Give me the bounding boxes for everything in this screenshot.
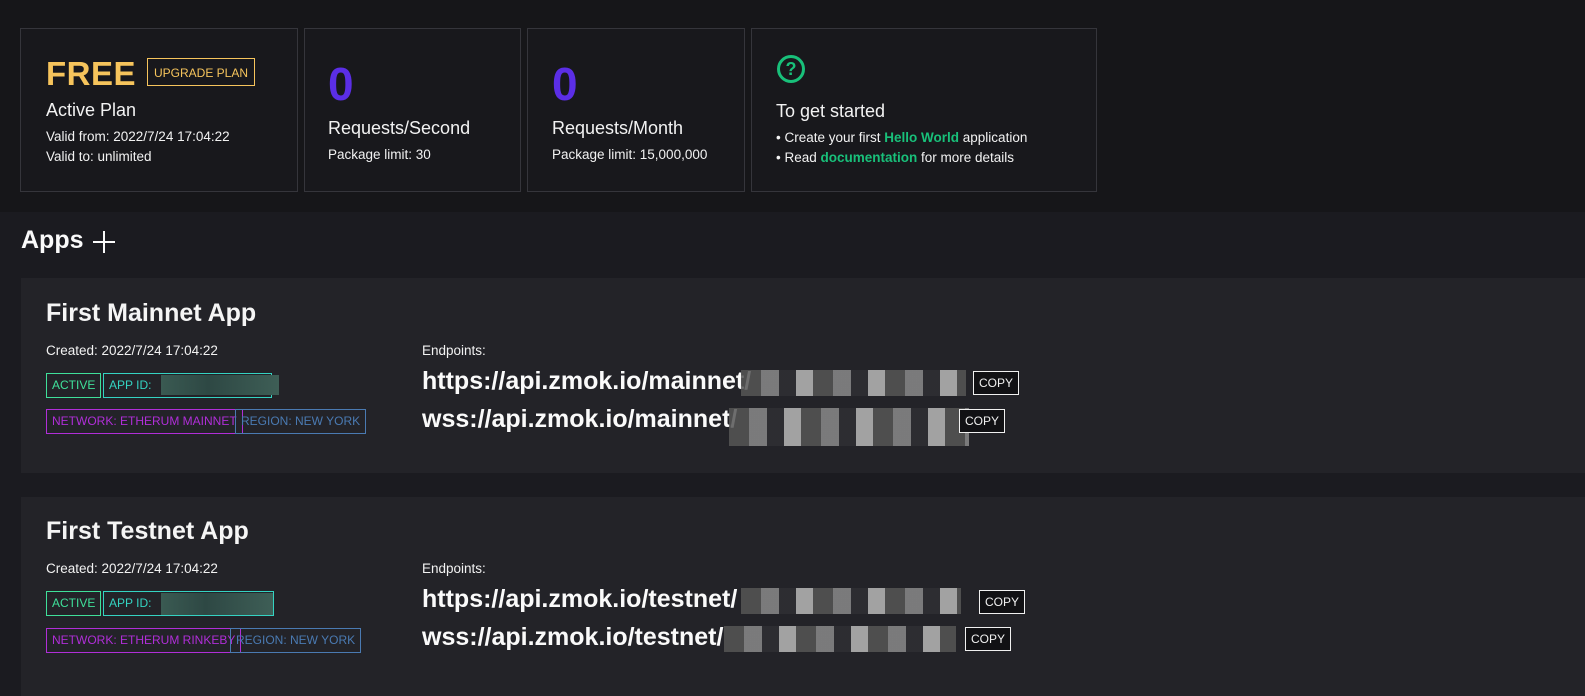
plan-valid-from: Valid from: 2022/7/24 17:04:22 bbox=[46, 129, 230, 144]
copy-https-button[interactable]: COPY bbox=[973, 371, 1020, 395]
documentation-link[interactable]: documentation bbox=[821, 150, 918, 165]
requests-per-second-label: Requests/Second bbox=[328, 118, 471, 138]
getting-started-card: ? To get started • Create your first Hel… bbox=[751, 28, 1097, 192]
endpoints-label: Endpoints: bbox=[422, 343, 486, 358]
requests-per-second-card: 0 Requests/Second Package limit: 30 bbox=[304, 28, 521, 192]
requests-per-second-value: 0 bbox=[328, 58, 354, 110]
status-badge: ACTIVE bbox=[46, 591, 102, 616]
copy-wss-button[interactable]: COPY bbox=[959, 409, 1006, 433]
https-endpoint: https://api.zmok.io/mainnet/ bbox=[422, 367, 752, 395]
app-name: First Testnet App bbox=[46, 517, 249, 545]
app-card-mainnet: First Mainnet App Created: 2022/7/24 17:… bbox=[21, 278, 1585, 473]
requests-per-second-limit: Package limit: 30 bbox=[328, 147, 431, 162]
plan-card: FREE UPGRADE PLAN Active Plan Valid from… bbox=[20, 28, 298, 192]
app-id-label: APP ID: bbox=[109, 378, 152, 392]
getting-started-line-2: • Read documentation for more details bbox=[776, 150, 1014, 165]
plan-valid-to: Valid to: unlimited bbox=[46, 149, 152, 164]
redacted-app-id bbox=[161, 593, 273, 615]
getting-started-line-1: • Create your first Hello World applicat… bbox=[776, 130, 1027, 145]
app-id-label: APP ID: bbox=[109, 596, 152, 610]
line-2-suffix: for more details bbox=[917, 150, 1015, 165]
requests-per-month-value: 0 bbox=[552, 58, 578, 110]
app-created: Created: 2022/7/24 17:04:22 bbox=[46, 561, 218, 576]
plan-name: FREE bbox=[46, 55, 137, 92]
plus-icon[interactable] bbox=[91, 229, 117, 255]
wss-endpoint: wss://api.zmok.io/testnet/ bbox=[422, 623, 724, 651]
region-badge: REGION: NEW YORK bbox=[235, 409, 367, 434]
line-2-prefix: • Read bbox=[776, 150, 821, 165]
line-1-suffix: application bbox=[959, 130, 1028, 145]
app-card-testnet: First Testnet App Created: 2022/7/24 17:… bbox=[21, 497, 1585, 696]
endpoints-label: Endpoints: bbox=[422, 561, 486, 576]
question-circle-icon: ? bbox=[777, 55, 805, 83]
redacted-endpoint bbox=[729, 408, 969, 446]
copy-wss-button[interactable]: COPY bbox=[965, 627, 1012, 651]
https-endpoint: https://api.zmok.io/testnet/ bbox=[422, 585, 738, 613]
redacted-endpoint bbox=[724, 626, 956, 652]
redacted-app-id bbox=[161, 375, 279, 395]
network-badge: NETWORK: ETHERUM MAINNET bbox=[46, 409, 243, 434]
requests-per-month-label: Requests/Month bbox=[552, 118, 684, 138]
apps-title: Apps bbox=[21, 226, 84, 254]
region-badge: REGION: NEW YORK bbox=[230, 628, 362, 653]
network-badge: NETWORK: ETHERUM RINKEBY bbox=[46, 628, 242, 653]
redacted-endpoint bbox=[741, 588, 961, 614]
requests-per-month-card: 0 Requests/Month Package limit: 15,000,0… bbox=[527, 28, 745, 192]
line-1-prefix: • Create your first bbox=[776, 130, 885, 145]
getting-started-heading: To get started bbox=[776, 101, 886, 121]
requests-per-month-limit: Package limit: 15,000,000 bbox=[552, 147, 708, 162]
wss-endpoint: wss://api.zmok.io/mainnet/ bbox=[422, 405, 738, 433]
app-created: Created: 2022/7/24 17:04:22 bbox=[46, 343, 218, 358]
app-name: First Mainnet App bbox=[46, 299, 257, 327]
hello-world-link[interactable]: Hello World bbox=[884, 130, 959, 145]
status-badge: ACTIVE bbox=[46, 373, 102, 398]
upgrade-plan-button[interactable]: UPGRADE PLAN bbox=[147, 58, 256, 86]
copy-https-button[interactable]: COPY bbox=[979, 590, 1026, 614]
plan-heading: Active Plan bbox=[46, 100, 137, 120]
redacted-endpoint bbox=[741, 370, 966, 396]
